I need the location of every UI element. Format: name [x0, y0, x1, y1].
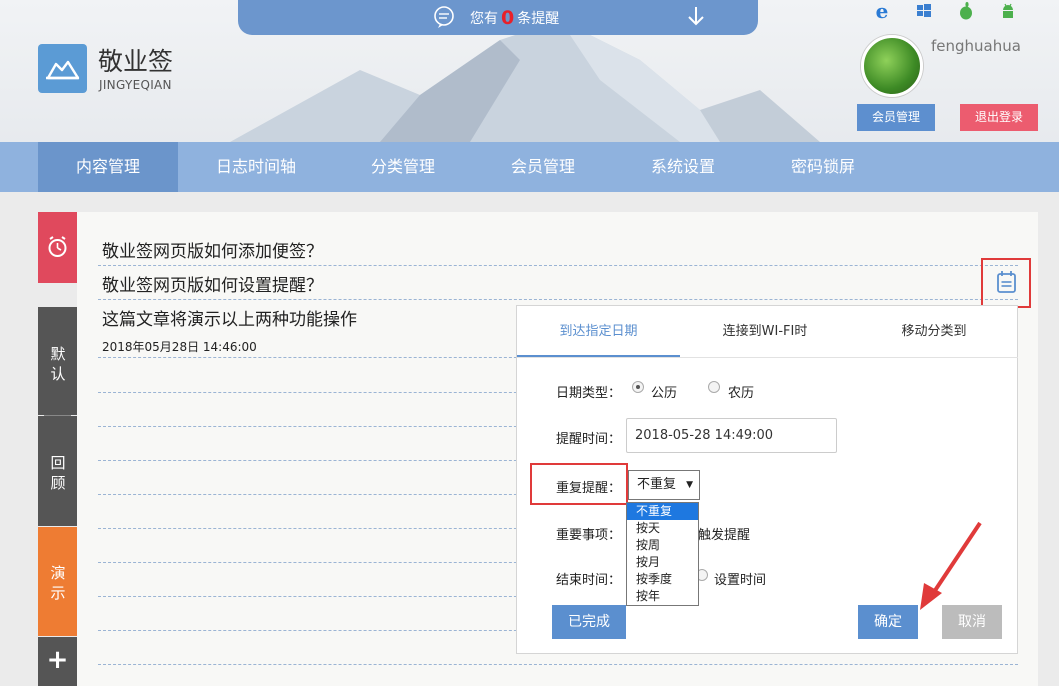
nav-category-management[interactable]: 分类管理 [333, 142, 473, 192]
sidebar-item-default[interactable]: 默认 [38, 307, 77, 415]
reminder-notice-bar[interactable]: 您有 0 条提醒 [238, 0, 758, 35]
calendar-icon [997, 271, 1016, 293]
note-line-2: 敬业签网页版如何设置提醒？ [102, 276, 323, 296]
nav-member-management[interactable]: 会员管理 [473, 142, 613, 192]
username: fenghuahua [931, 37, 1021, 55]
notice-text: 您有 0 条提醒 [470, 7, 560, 29]
tab-divider [517, 357, 1018, 358]
nav-password-lock[interactable]: 密码锁屏 [753, 142, 893, 192]
app-title: 敬业签 [98, 47, 174, 76]
logout-button[interactable]: 退出登录 [960, 104, 1038, 131]
tab-specified-date[interactable]: 到达指定日期 [517, 306, 680, 357]
sidebar-item-default-label: 默认 [50, 345, 66, 383]
remind-time-input[interactable]: 2018-05-28 14:49:00 [626, 418, 837, 453]
nav-system-settings[interactable]: 系统设置 [613, 142, 753, 192]
notice-count: 0 [501, 7, 515, 29]
solar-label: 公历 [651, 386, 678, 401]
date-type-label: 日期类型： [556, 386, 622, 401]
important-trigger-text: 触发提醒 [698, 528, 751, 543]
member-management-button[interactable]: 会员管理 [857, 104, 935, 131]
sidebar-item-demo-label: 演示 [50, 564, 66, 602]
end-time-label: 结束时间： [556, 573, 622, 588]
svg-text:e: e [876, 0, 889, 22]
repeat-option[interactable]: 按周 [627, 537, 698, 554]
repeat-option[interactable]: 按季度 [627, 571, 698, 588]
chat-icon [434, 6, 454, 28]
lunar-label: 农历 [728, 386, 755, 401]
logo-icon [38, 44, 87, 93]
repeat-option[interactable]: 按天 [627, 520, 698, 537]
sidebar-item-review[interactable]: 回顾 [38, 416, 77, 526]
annotation-arrow [920, 521, 982, 610]
avatar[interactable] [861, 35, 923, 97]
repeat-dropdown: 不重复 按天 按周 按月 按季度 按年 [626, 502, 699, 606]
add-category-button[interactable]: + [38, 637, 77, 686]
repeat-option[interactable]: 按年 [627, 588, 698, 605]
solar-radio[interactable] [632, 381, 644, 393]
dashed-divider [98, 265, 1018, 266]
repeat-option[interactable]: 不重复 [627, 503, 698, 520]
repeat-option[interactable]: 按月 [627, 554, 698, 571]
lunar-radio[interactable] [708, 381, 720, 393]
sidebar-item-review-label: 回顾 [50, 454, 66, 492]
note-line-3: 这篇文章将演示以上两种功能操作 [102, 310, 357, 330]
note-line-1: 敬业签网页版如何添加便签？ [102, 242, 323, 262]
note-date: 2018年05月28日 14:46:00 [102, 340, 257, 354]
apple-icon[interactable] [955, 0, 977, 22]
calendar-button-highlight[interactable] [981, 258, 1031, 308]
main-nav: 内容管理 日志时间轴 分类管理 会员管理 系统设置 密码锁屏 [0, 142, 1059, 192]
app-subtitle: JINGYEQIAN [99, 78, 172, 92]
tab-wifi-connect[interactable]: 连接到WI-FI时 [680, 306, 850, 357]
repeat-label-highlight [530, 463, 628, 505]
important-label: 重要事项： [556, 528, 622, 543]
alarm-clock-icon[interactable] [38, 212, 77, 283]
android-icon[interactable] [997, 0, 1019, 22]
header: 您有 0 条提醒 敬业签 JINGYEQIAN e fenghuahua 会员管… [0, 0, 1059, 142]
windows-icon[interactable] [913, 0, 935, 22]
caret-down-icon: ▼ [686, 480, 693, 490]
dashed-divider [98, 664, 1018, 665]
done-button[interactable]: 已完成 [552, 605, 626, 639]
nav-log-timeline[interactable]: 日志时间轴 [186, 142, 326, 192]
tab-move-category[interactable]: 移动分类到 [850, 306, 1018, 357]
sidebar-item-demo[interactable]: 演示 [38, 527, 77, 636]
ie-icon[interactable]: e [871, 0, 893, 22]
repeat-select[interactable]: 不重复 ▼ [628, 470, 700, 500]
nav-content-management[interactable]: 内容管理 [38, 142, 178, 192]
dashed-divider [98, 299, 1018, 300]
arrow-down-icon[interactable] [685, 4, 707, 28]
end-time-set-label: 设置时间 [714, 573, 767, 588]
remind-time-label: 提醒时间： [556, 432, 622, 447]
